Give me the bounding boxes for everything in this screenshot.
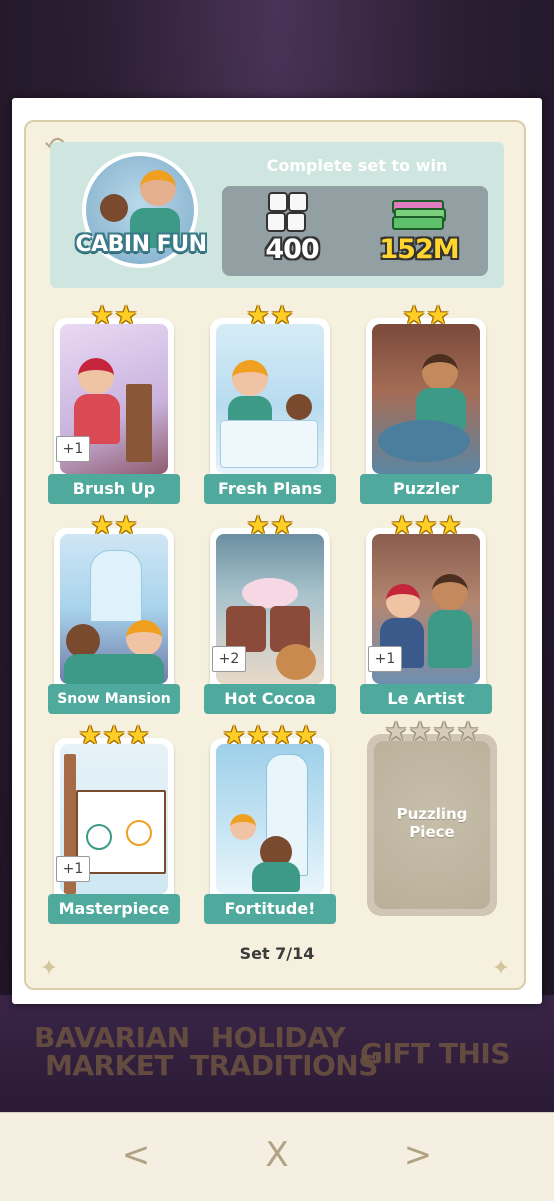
logo-figure (140, 170, 176, 206)
cash-stack-icon (392, 198, 448, 232)
logo-figure (100, 194, 128, 222)
bg-label-holiday: HOLIDAY TRADITIONS (190, 1021, 378, 1082)
complete-set-text: Complete set to win (266, 156, 448, 175)
previous-set-button[interactable]: < (106, 1133, 166, 1177)
card-artwork (378, 420, 470, 462)
card-artwork (216, 324, 324, 474)
card-artwork (126, 620, 162, 656)
sticker-card[interactable]: ★★★★ Fortitude! (204, 723, 336, 924)
duplicate-badge: +2 (212, 646, 246, 672)
card-artwork (126, 384, 152, 462)
sticker-card[interactable]: ★★★ +1 Le Artist (360, 513, 492, 714)
card-artwork (126, 820, 152, 846)
card-label: Masterpiece (48, 894, 180, 924)
sticker-card[interactable]: ★★ Fresh Plans (204, 303, 336, 504)
card-label: Brush Up (48, 474, 180, 504)
next-set-button[interactable]: > (388, 1133, 448, 1177)
sticker-card[interactable]: ★★★ +1 Masterpiece (48, 723, 180, 924)
card-artwork (242, 578, 298, 608)
card-artwork (432, 574, 468, 610)
duplicate-badge: +1 (56, 856, 90, 882)
sticker-card[interactable]: ★★ +2 Hot Cocoa (204, 513, 336, 714)
locked-card[interactable]: ★★★★ Puzzling Piece (367, 719, 497, 916)
dice-icon (266, 192, 314, 234)
sticker-card[interactable]: ★★ Puzzler (360, 303, 492, 504)
card-artwork (78, 358, 114, 394)
close-button[interactable]: X (247, 1133, 307, 1177)
sticker-card[interactable]: ★★ Snow Mansion (48, 513, 180, 714)
card-artwork (422, 354, 458, 390)
bg-label-bavarian: BAVARIAN MARKET (34, 1021, 190, 1082)
card-artwork (230, 814, 256, 840)
card-label: Le Artist (360, 684, 492, 714)
card-artwork (428, 610, 472, 668)
card-artwork (252, 862, 300, 892)
locked-card-face: Puzzling Piece (374, 741, 490, 909)
card-artwork (232, 360, 268, 396)
card-artwork (64, 654, 164, 684)
card-artwork (60, 534, 168, 684)
card-artwork (372, 324, 480, 474)
sticker-card[interactable]: ★★ +1 Brush Up (48, 303, 180, 504)
card-label: Hot Cocoa (204, 684, 336, 714)
card-label: Fresh Plans (204, 474, 336, 504)
bg-label-gift: GIFT THIS (360, 1037, 511, 1070)
card-artwork (286, 394, 312, 420)
card-label: Fortitude! (204, 894, 336, 924)
card-artwork (386, 584, 420, 618)
card-label: Snow Mansion (48, 684, 180, 714)
corner-ornament: ✦ (39, 956, 59, 981)
locked-card-name: Puzzling Piece (396, 805, 468, 841)
card-artwork (216, 744, 324, 894)
card-artwork (276, 644, 316, 680)
card-artwork (66, 624, 100, 658)
set-counter: Set 7/14 (239, 944, 315, 963)
set-name: CABIN FUN (75, 232, 207, 257)
reward-money-amount: 152M (379, 234, 459, 265)
card-artwork (90, 550, 142, 622)
reward-dice-count: 400 (265, 234, 319, 265)
card-artwork (220, 420, 318, 468)
bottom-nav: < X > (0, 1112, 554, 1201)
corner-ornament: ✦ (491, 956, 511, 981)
card-label: Puzzler (360, 474, 492, 504)
duplicate-badge: +1 (368, 646, 402, 672)
duplicate-badge: +1 (56, 436, 90, 462)
card-artwork (86, 824, 112, 850)
